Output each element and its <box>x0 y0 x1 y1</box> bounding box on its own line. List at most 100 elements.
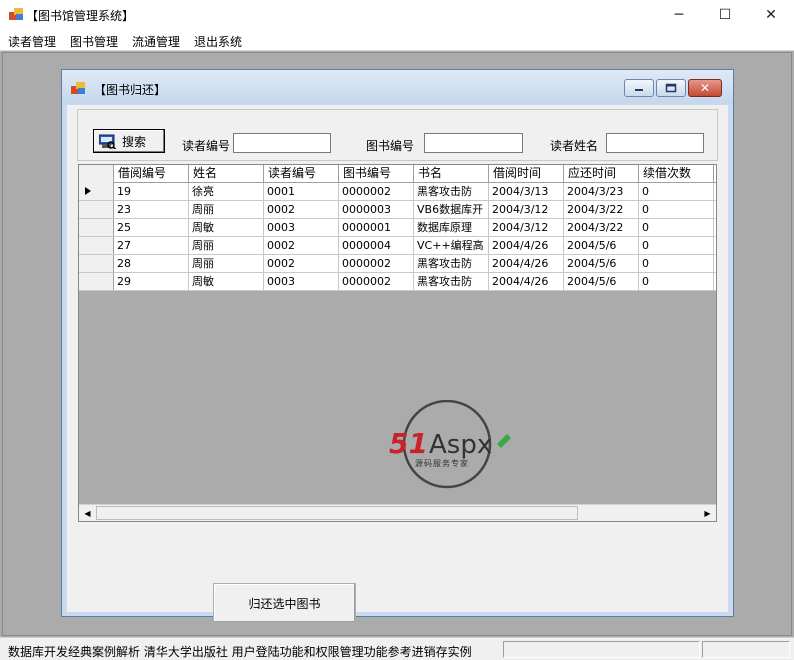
column-header[interactable]: 姓名 <box>189 165 264 183</box>
grid-header: 借阅编号 姓名 读者编号 图书编号 书名 借阅时间 应还时间 续借次数 <box>79 165 716 183</box>
column-header[interactable]: 借阅编号 <box>114 165 189 183</box>
status-bar: 数据库开发经典案例解析 清华大学出版社 用户登陆功能和权限管理功能参考进销存实例 <box>0 637 794 660</box>
cell-book-id: 0000001 <box>339 219 414 236</box>
cell-reader-id: 0003 <box>264 219 339 236</box>
row-selector[interactable] <box>79 237 114 254</box>
menu-book-management[interactable]: 图书管理 <box>70 33 118 50</box>
cell-reader-id: 0003 <box>264 273 339 290</box>
table-row[interactable]: 25 周敏 0003 0000001 数据库原理 2004/3/12 2004/… <box>79 219 716 237</box>
child-client-area: 搜索 读者编号 图书编号 读者姓名 借阅编号 姓名 读者编号 图书编号 书名 借… <box>67 105 728 623</box>
status-text: 数据库开发经典案例解析 清华大学出版社 用户登陆功能和权限管理功能参考进销存实例 <box>8 645 472 659</box>
scroll-right-icon[interactable]: ▶ <box>699 505 716 521</box>
column-header[interactable]: 借阅时间 <box>489 165 564 183</box>
table-row[interactable]: 19 徐亮 0001 0000002 黑客攻击防 2004/3/13 2004/… <box>79 183 716 201</box>
book-id-input[interactable] <box>424 133 523 153</box>
cell-renew-count: 0 <box>639 201 714 218</box>
cell-renew-count: 0 <box>639 273 714 290</box>
cell-borrow-id: 23 <box>114 201 189 218</box>
cell-book-id: 0000003 <box>339 201 414 218</box>
search-group: 搜索 读者编号 图书编号 读者姓名 <box>77 109 718 161</box>
column-header[interactable]: 读者编号 <box>264 165 339 183</box>
close-icon: ✕ <box>765 7 777 23</box>
row-selector-icon[interactable] <box>79 183 114 200</box>
table-row[interactable]: 29 周敏 0003 0000002 黑客攻击防 2004/4/26 2004/… <box>79 273 716 291</box>
cell-book-title: 数据库原理 <box>414 219 489 236</box>
status-panel-secondary <box>702 641 790 658</box>
cell-due-date: 2004/3/23 <box>564 183 639 200</box>
scroll-left-icon[interactable]: ◀ <box>79 505 96 521</box>
close-button[interactable]: ✕ <box>748 0 794 30</box>
watermark-brand-black: Aspx <box>429 430 492 460</box>
reader-name-label: 读者姓名 <box>550 139 599 153</box>
row-header-corner <box>79 165 114 183</box>
cell-book-id: 0000002 <box>339 273 414 290</box>
window-title: 【图书馆管理系统】 <box>26 9 135 23</box>
cell-book-title: 黑客攻击防 <box>414 183 489 200</box>
column-header[interactable]: 续借次数 <box>639 165 714 183</box>
child-title-bar: 【图书归还】 ✕ <box>62 70 733 104</box>
row-selector[interactable] <box>79 273 114 290</box>
column-header[interactable]: 书名 <box>414 165 489 183</box>
cell-reader-id: 0002 <box>264 237 339 254</box>
maximize-button[interactable]: ☐ <box>702 0 748 30</box>
column-header[interactable]: 图书编号 <box>339 165 414 183</box>
minimize-button[interactable]: ─ <box>656 0 702 30</box>
watermark-logo: 51 Aspx 源码服务专家 <box>389 400 511 489</box>
cell-due-date: 2004/5/6 <box>564 273 639 290</box>
row-selector[interactable] <box>79 201 114 218</box>
table-row[interactable]: 23 周丽 0002 0000003 VB6数据库开 2004/3/12 200… <box>79 201 716 219</box>
cell-name: 周丽 <box>189 237 264 254</box>
child-minimize-button[interactable] <box>624 79 654 97</box>
cell-borrow-id: 28 <box>114 255 189 272</box>
app-icon <box>9 8 23 20</box>
menu-exit-system[interactable]: 退出系统 <box>194 33 242 50</box>
cell-borrow-date: 2004/3/12 <box>489 201 564 218</box>
cell-name: 周敏 <box>189 273 264 290</box>
cell-borrow-id: 27 <box>114 237 189 254</box>
horizontal-scrollbar[interactable]: ◀ ▶ <box>79 504 716 521</box>
cell-reader-id: 0001 <box>264 183 339 200</box>
cell-borrow-id: 29 <box>114 273 189 290</box>
reader-name-input[interactable] <box>606 133 704 153</box>
search-button-label: 搜索 <box>122 134 147 149</box>
cell-name: 周丽 <box>189 201 264 218</box>
search-button[interactable]: 搜索 <box>93 129 165 153</box>
reader-id-input[interactable] <box>233 133 331 153</box>
scrollbar-thumb[interactable] <box>96 506 578 520</box>
borrow-records-grid: 借阅编号 姓名 读者编号 图书编号 书名 借阅时间 应还时间 续借次数 19 徐… <box>78 164 717 522</box>
minimize-icon <box>635 89 643 91</box>
minimize-icon: ─ <box>674 7 684 23</box>
cell-name: 周丽 <box>189 255 264 272</box>
row-selector[interactable] <box>79 219 114 236</box>
cell-due-date: 2004/5/6 <box>564 255 639 272</box>
table-row[interactable]: 27 周丽 0002 0000004 VC++编程高 2004/4/26 200… <box>79 237 716 255</box>
restore-icon <box>665 83 677 93</box>
book-return-window: 【图书归还】 ✕ 搜索 读者编号 图书编号 读者姓名 借阅编号 姓名 读者编号 … <box>61 69 734 623</box>
cell-renew-count: 0 <box>639 183 714 200</box>
cell-borrow-date: 2004/4/26 <box>489 237 564 254</box>
menu-reader-management[interactable]: 读者管理 <box>8 33 56 50</box>
menu-circulation-management[interactable]: 流通管理 <box>132 33 180 50</box>
cell-borrow-date: 2004/3/13 <box>489 183 564 200</box>
cell-book-title: 黑客攻击防 <box>414 273 489 290</box>
book-id-label: 图书编号 <box>366 139 415 153</box>
row-selector[interactable] <box>79 255 114 272</box>
status-panel <box>503 641 700 658</box>
menu-bar: 读者管理 图书管理 流通管理 退出系统 <box>0 30 794 51</box>
cell-renew-count: 0 <box>639 219 714 236</box>
cell-reader-id: 0002 <box>264 201 339 218</box>
cell-book-title: VC++编程高 <box>414 237 489 254</box>
return-selected-book-button[interactable]: 归还选中图书 <box>213 583 356 623</box>
child-close-button[interactable]: ✕ <box>688 79 722 97</box>
cell-reader-id: 0002 <box>264 255 339 272</box>
cell-due-date: 2004/3/22 <box>564 219 639 236</box>
cell-borrow-date: 2004/4/26 <box>489 255 564 272</box>
cell-renew-count: 0 <box>639 237 714 254</box>
cell-book-id: 0000002 <box>339 183 414 200</box>
child-restore-button[interactable] <box>656 79 686 97</box>
watermark-slogan: 源码服务专家 <box>415 458 469 468</box>
child-app-icon <box>71 82 85 94</box>
cell-renew-count: 0 <box>639 255 714 272</box>
table-row[interactable]: 28 周丽 0002 0000002 黑客攻击防 2004/4/26 2004/… <box>79 255 716 273</box>
column-header[interactable]: 应还时间 <box>564 165 639 183</box>
